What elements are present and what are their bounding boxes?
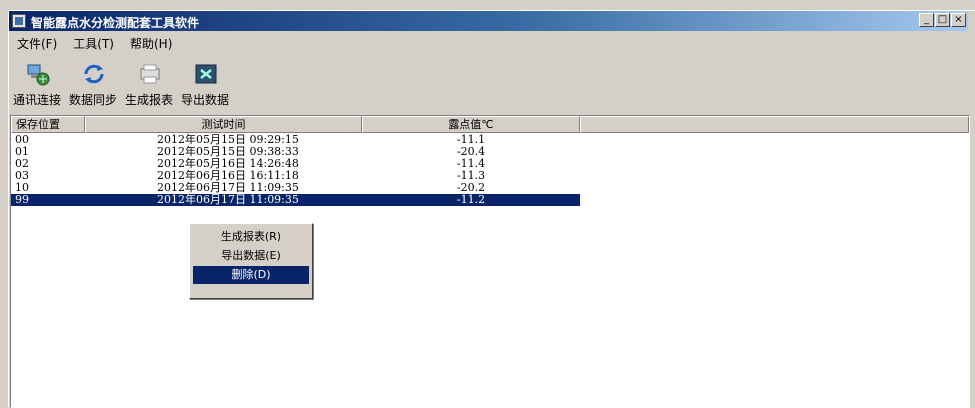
export-label: 导出数据 [180,93,229,107]
connect-button[interactable]: 通讯连接 [9,57,65,113]
minimize-button[interactable]: _ [919,13,934,27]
context-item-report[interactable]: 生成报表(R) [193,228,309,246]
table-row[interactable]: 02 2012年05月16日 14:26:48 -11.4 [11,158,969,170]
table-row[interactable]: 10 2012年06月17日 11:09:35 -20.2 [11,182,969,194]
cell-time: 2012年06月17日 11:09:35 [157,193,299,206]
report-button[interactable]: 生成报表 [121,57,177,113]
menu-tools[interactable]: 工具(T) [65,33,122,53]
report-icon [140,64,160,84]
table-row[interactable]: 01 2012年05月15日 09:38:33 -20.4 [11,146,969,158]
table-row-selected[interactable]: 99 2012年06月17日 11:09:35 -11.2 [11,194,580,206]
data-sync-icon [84,64,104,84]
window-title: 智能露点水分检测配套工具软件 [31,16,200,30]
export-icon [195,64,217,84]
table-row[interactable]: 03 2012年06月16日 16:11:18 -11.3 [11,170,969,182]
connect-label: 通讯连接 [12,93,61,107]
data-list[interactable]: 保存位置 测试时间 露点值℃ 00 2012年05月15日 09:29:15 -… [10,115,970,408]
list-rows: 00 2012年05月15日 09:29:15 -11.1 01 2012年05… [11,134,969,206]
column-header-position[interactable]: 保存位置 [11,116,85,133]
menu-bar: 文件(F) 工具(T) 帮助(H) [9,33,968,53]
context-menu: 生成报表(R) 导出数据(E) 删除(D) [189,223,313,299]
title-bar[interactable]: 智能露点水分检测配套工具软件 _ □ × [9,11,968,31]
network-connect-icon [27,64,50,86]
context-item-delete[interactable]: 删除(D) [193,266,309,284]
app-window: 智能露点水分检测配套工具软件 _ □ × 文件(F) 工具(T) 帮助(H) 通… [8,10,975,408]
cell-position: 99 [15,193,29,206]
column-header-dewpoint[interactable]: 露点值℃ [362,116,580,133]
export-button[interactable]: 导出数据 [177,57,233,113]
column-header-empty [580,116,969,133]
close-button[interactable]: × [951,13,966,27]
table-row[interactable]: 00 2012年05月15日 09:29:15 -11.1 [11,134,969,146]
cell-value: -11.2 [456,193,486,206]
toolbar: 通讯连接 数据同步 生成报表 导出数据 [9,57,968,113]
sync-label: 数据同步 [68,93,117,107]
column-header-time[interactable]: 测试时间 [85,116,362,133]
window-controls: _ □ × [919,13,966,27]
menu-file[interactable]: 文件(F) [9,33,65,53]
maximize-button[interactable]: □ [935,13,950,27]
menu-help[interactable]: 帮助(H) [122,33,180,53]
context-item-export[interactable]: 导出数据(E) [193,247,309,265]
report-label: 生成报表 [124,93,173,107]
app-icon [12,14,26,28]
list-header: 保存位置 测试时间 露点值℃ [11,116,969,133]
sync-button[interactable]: 数据同步 [65,57,121,113]
